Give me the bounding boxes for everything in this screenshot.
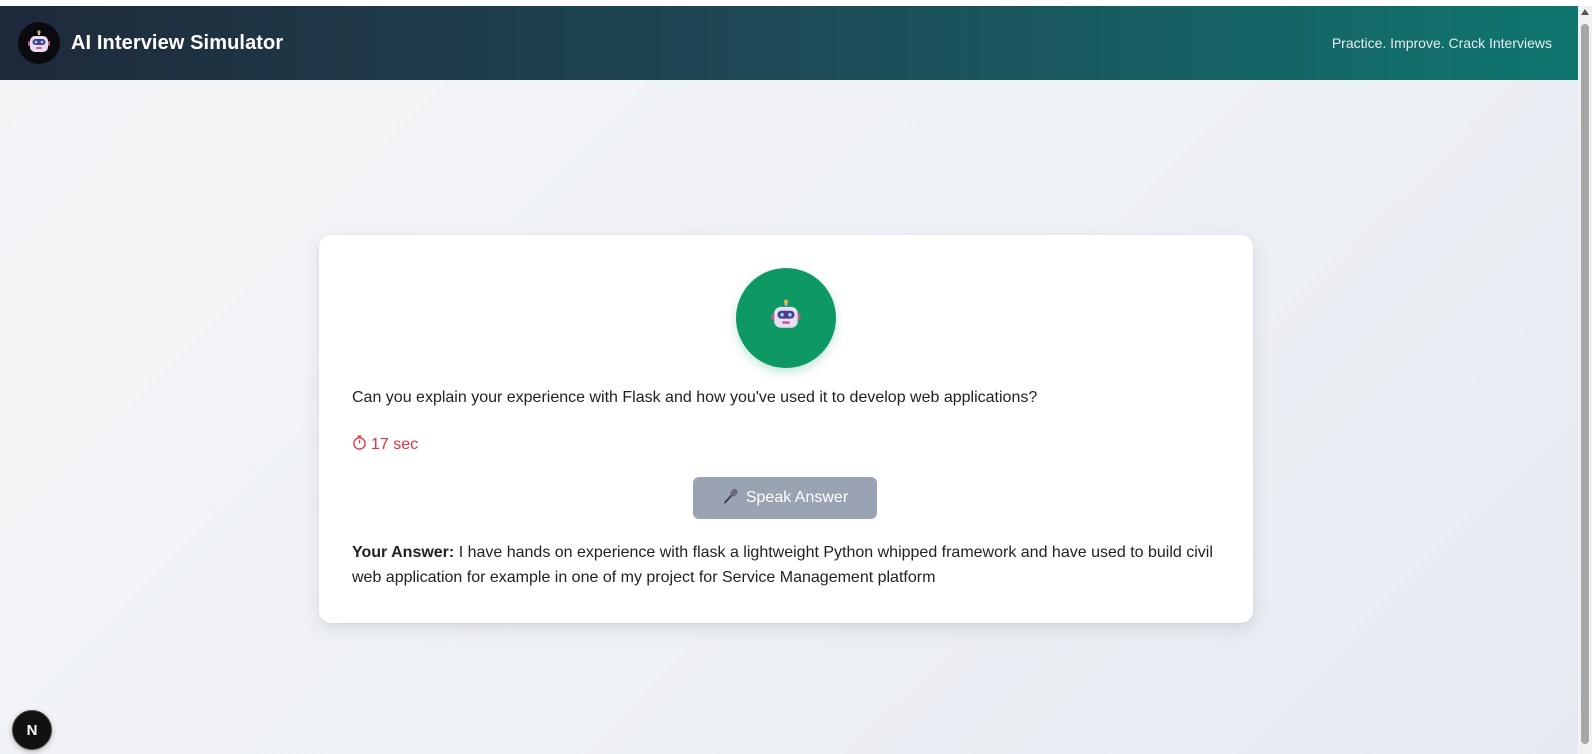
- speak-answer-label: Speak Answer: [745, 489, 849, 506]
- countdown-timer: 17 sec: [352, 435, 418, 455]
- answer-label: Your Answer:: [352, 544, 455, 561]
- robot-icon: [18, 22, 60, 64]
- stopwatch-icon: [352, 435, 367, 455]
- vertical-scrollbar[interactable]: [1578, 6, 1592, 754]
- question-card: Can you explain your experience with Fla…: [319, 235, 1253, 623]
- microphone-icon: [722, 487, 740, 510]
- interviewer-avatar: [736, 268, 836, 368]
- answer-text: I have hands on experience with flask a …: [352, 544, 1213, 586]
- timer-value: 17 sec: [371, 436, 419, 453]
- header-tagline: Practice. Improve. Crack Interviews: [1331, 35, 1552, 51]
- nextjs-dev-badge[interactable]: N: [12, 710, 52, 750]
- app-header: AI Interview Simulator Practice. Improve…: [0, 6, 1578, 80]
- app-viewport: AI Interview Simulator Practice. Improve…: [0, 6, 1578, 754]
- answer-block: Your Answer: I have hands on experience …: [352, 540, 1222, 590]
- scroll-up-arrow-icon[interactable]: [1581, 9, 1589, 15]
- speak-answer-button[interactable]: Speak Answer: [693, 477, 877, 519]
- app-title: AI Interview Simulator: [71, 31, 284, 54]
- nextjs-icon: N: [26, 721, 38, 739]
- robot-icon: [769, 299, 803, 338]
- scrollbar-thumb[interactable]: [1581, 24, 1589, 744]
- question-text: Can you explain your experience with Fla…: [352, 389, 1038, 406]
